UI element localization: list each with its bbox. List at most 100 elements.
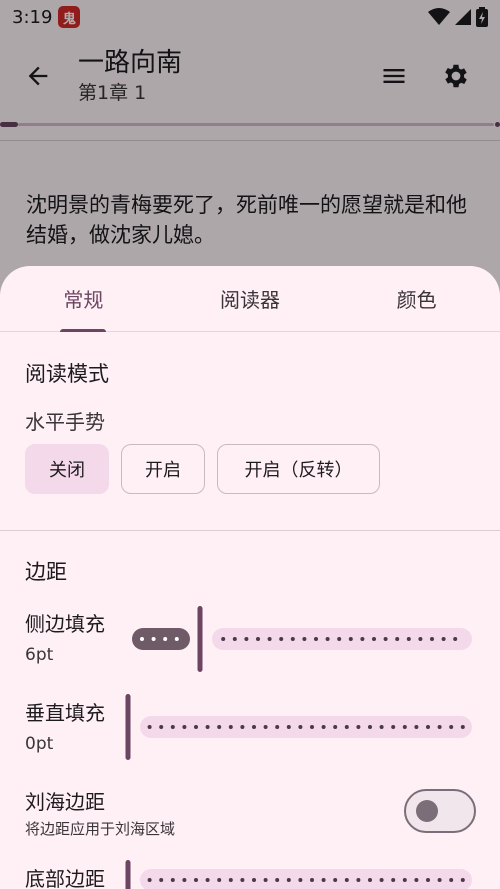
- slider-tick: [391, 878, 396, 882]
- gesture-option-inverted[interactable]: 开启（反转）: [217, 444, 380, 494]
- slider-tick: [430, 637, 434, 641]
- slider-tick: [406, 637, 411, 641]
- slider-tick: [279, 637, 284, 641]
- slider-thumb: [125, 860, 131, 889]
- slider-tick: [163, 637, 168, 641]
- slider-tick: [275, 878, 280, 882]
- notch-margin-switch[interactable]: [404, 789, 476, 833]
- slider-tick: [426, 725, 430, 729]
- slider-tick: [310, 878, 314, 882]
- horizontal-gesture-label: 水平手势: [25, 410, 105, 434]
- tab-indicator: [60, 329, 106, 332]
- slider-tick: [333, 725, 338, 729]
- notch-margin-description: 将边距应用于刘海区域: [25, 820, 176, 838]
- slider-tick: [228, 725, 233, 729]
- slider-tick: [368, 725, 372, 729]
- slider-tick: [356, 725, 361, 729]
- slider-tick: [151, 637, 156, 641]
- slider-tick: [372, 637, 376, 641]
- slider-tick: [460, 725, 465, 729]
- slider-tick: [217, 725, 222, 729]
- slider-tick: [159, 878, 164, 882]
- settings-tabs: 常规 阅读器 颜色: [0, 266, 500, 332]
- slider-tick: [314, 637, 318, 641]
- reader-settings-sheet: 常规 阅读器 颜色 阅读模式 水平手势 关闭 开启 开启（反转） 边距 侧边填充…: [0, 266, 500, 889]
- slider-tick: [310, 725, 314, 729]
- notch-margin-label: 刘海边距: [25, 790, 105, 814]
- tab-reader[interactable]: 阅读器: [167, 266, 334, 331]
- slider-tick: [286, 878, 291, 882]
- slider-tick: [298, 725, 303, 729]
- bottom-margin-label: 底部边距: [25, 867, 105, 889]
- slider-inactive-track: [140, 716, 472, 738]
- bottom-margin-slider[interactable]: [124, 860, 476, 889]
- slider-tick: [263, 878, 268, 882]
- gesture-option-off[interactable]: 关闭: [25, 444, 109, 494]
- slider-tick: [240, 725, 245, 729]
- slider-tick: [221, 637, 226, 641]
- slider-tick: [426, 878, 430, 882]
- tab-colors-label: 颜色: [396, 288, 437, 312]
- slider-tick: [441, 637, 446, 641]
- switch-knob: [416, 800, 438, 822]
- side-padding-slider[interactable]: [128, 606, 476, 672]
- side-padding-value: 6pt: [25, 645, 54, 665]
- slider-tick: [252, 725, 256, 729]
- tab-general[interactable]: 常规: [0, 266, 167, 331]
- margins-heading: 边距: [25, 560, 67, 584]
- slider-tick: [437, 878, 442, 882]
- vertical-padding-value: 0pt: [25, 734, 54, 754]
- slider-tick: [449, 725, 454, 729]
- slider-tick: [263, 725, 268, 729]
- reading-mode-heading: 阅读模式: [25, 362, 109, 386]
- slider-tick: [228, 878, 233, 882]
- slider-tick: [391, 725, 396, 729]
- tab-reader-label: 阅读器: [220, 288, 280, 312]
- slider-tick: [194, 878, 198, 882]
- slider-tick: [360, 637, 365, 641]
- slider-tick: [418, 637, 423, 641]
- slider-tick: [414, 878, 419, 882]
- slider-tick: [337, 637, 342, 641]
- slider-tick: [302, 637, 307, 641]
- slider-thumb: [125, 694, 131, 760]
- section-divider: [0, 530, 500, 531]
- tab-colors[interactable]: 颜色: [333, 266, 500, 331]
- slider-tick: [383, 637, 388, 641]
- slider-tick: [256, 637, 260, 641]
- slider-tick: [159, 725, 164, 729]
- slider-tick: [333, 878, 338, 882]
- slider-tick: [182, 878, 187, 882]
- slider-tick: [298, 878, 303, 882]
- slider-tick: [140, 637, 144, 641]
- slider-tick: [286, 725, 291, 729]
- slider-tick: [453, 637, 458, 641]
- slider-tick: [402, 725, 407, 729]
- slider-tick: [395, 637, 400, 641]
- slider-tick: [348, 637, 353, 641]
- vertical-padding-slider[interactable]: [124, 694, 476, 760]
- slider-tick: [252, 878, 256, 882]
- gesture-option-on[interactable]: 开启: [121, 444, 205, 494]
- slider-tick: [402, 878, 407, 882]
- slider-tick: [232, 637, 237, 641]
- slider-tick: [205, 725, 210, 729]
- slider-thumb: [197, 606, 203, 672]
- slider-tick: [321, 725, 326, 729]
- slider-tick: [240, 878, 245, 882]
- slider-tick: [290, 637, 295, 641]
- slider-tick: [267, 637, 272, 641]
- tab-general-label: 常规: [63, 288, 104, 312]
- slider-tick: [170, 878, 175, 882]
- slider-tick: [368, 878, 372, 882]
- slider-tick: [379, 725, 384, 729]
- slider-tick: [244, 637, 249, 641]
- slider-tick: [460, 878, 465, 882]
- slider-inactive-track: [140, 869, 472, 889]
- slider-tick: [414, 725, 419, 729]
- slider-tick: [344, 725, 349, 729]
- gesture-options: 关闭 开启 开启（反转）: [25, 444, 380, 494]
- slider-tick: [205, 878, 210, 882]
- slider-tick: [344, 878, 349, 882]
- slider-tick: [325, 637, 330, 641]
